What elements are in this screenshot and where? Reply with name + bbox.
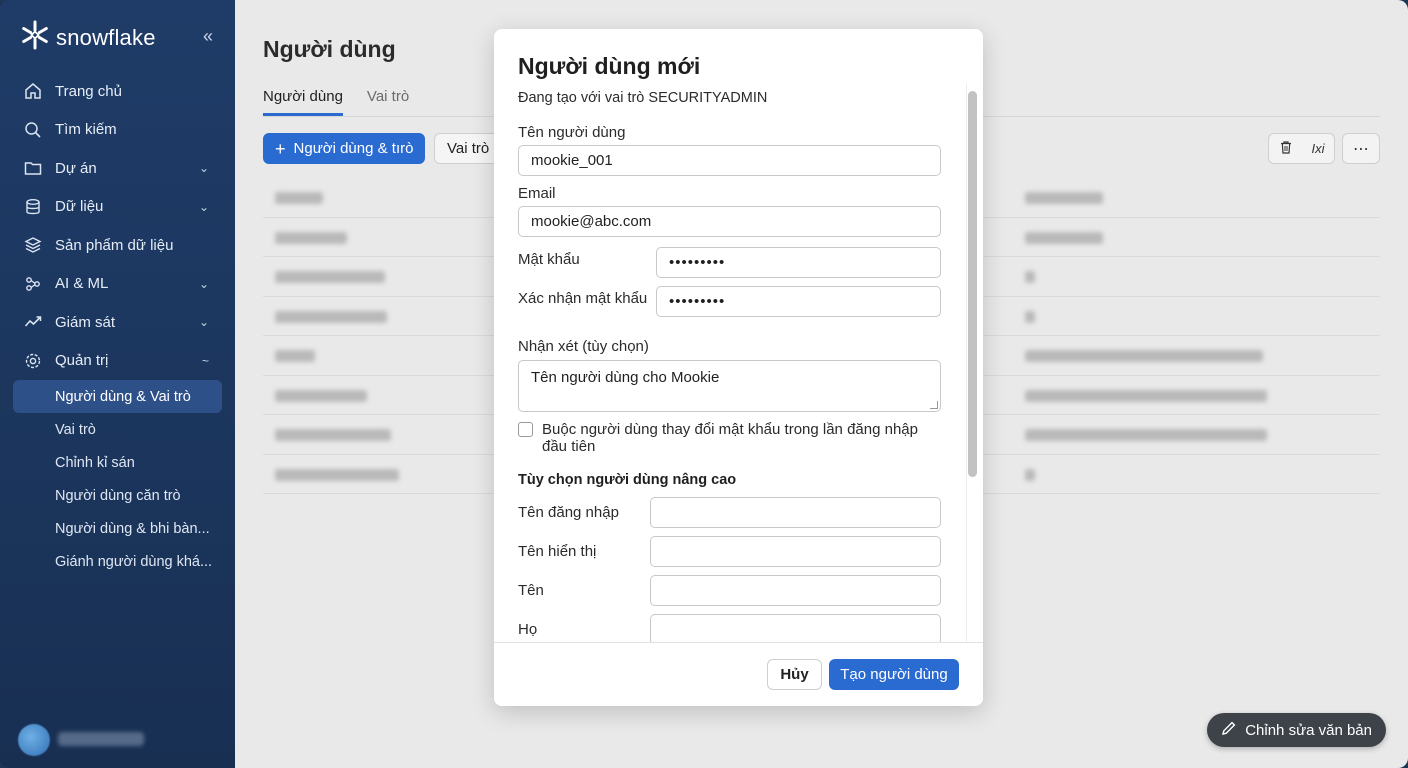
search-icon <box>23 120 43 140</box>
first-name-field[interactable] <box>650 575 941 606</box>
more-icon[interactable]: ⋯ <box>1342 133 1380 164</box>
sidebar-item-label: Giám sát <box>55 313 116 331</box>
dialog-title: Người dùng mới <box>518 53 701 79</box>
password-field[interactable]: ••••••••• <box>656 247 941 278</box>
activity-icon <box>23 312 43 332</box>
dialog-subtitle: Đang tạo với vai trò SECURITYADMIN <box>518 90 768 106</box>
force-password-change-checkbox[interactable] <box>518 422 533 437</box>
tabs: Người dùng Vai trò <box>263 88 409 116</box>
submenu-item-users-roles[interactable]: Người dùng & Vai trò <box>13 380 222 413</box>
layers-icon <box>23 235 43 255</box>
sidebar: snowflake « Trang chủ Tìm kiếm Dự án ⌄ D… <box>0 0 235 768</box>
edit-text-label: Chỉnh sửa văn bản <box>1245 721 1372 739</box>
user-name-blurred <box>58 732 144 746</box>
double-chevron-left-icon[interactable]: « <box>203 26 213 47</box>
submenu-item-6[interactable]: Giánh người dùng khá... <box>13 545 222 578</box>
sidebar-item-label: Dữ liệu <box>55 198 104 216</box>
login-name-field[interactable] <box>650 497 941 528</box>
sidebar-item-search[interactable]: Tìm kiếm <box>0 111 235 150</box>
sidebar-nav: Trang chủ Tìm kiếm Dự án ⌄ Dữ liệu ⌄ Sản… <box>0 72 235 380</box>
chevron-down-icon[interactable]: ⌄ <box>199 315 209 329</box>
submenu-item-4[interactable]: Người dùng căn trò <box>13 479 222 512</box>
add-user-button[interactable]: + Người dùng & tırò <box>263 133 426 164</box>
force-password-change-label: Buộc người dùng thay đổi mật khẩu trong … <box>542 421 918 455</box>
pencil-icon <box>1221 720 1237 740</box>
password-label: Mật khẩu <box>518 251 580 268</box>
sidebar-item-data[interactable]: Dữ liệu ⌄ <box>0 188 235 227</box>
new-user-dialog: Người dùng mới Đang tạo với vai trò SECU… <box>494 29 983 706</box>
roles-button[interactable]: Vai trò <box>434 133 503 164</box>
chevron-down-icon[interactable]: ⌄ <box>199 277 209 291</box>
sidebar-item-projects[interactable]: Dự án ⌄ <box>0 149 235 188</box>
dialog-scrollbar[interactable] <box>968 91 977 477</box>
confirm-password-label: Xác nhận mật khẩu <box>518 290 648 307</box>
app-window: snowflake « Trang chủ Tìm kiếm Dự án ⌄ D… <box>0 0 1408 768</box>
text-format-icon[interactable]: Ixi <box>1312 141 1325 156</box>
email-label: Email <box>518 185 556 202</box>
comment-value: Tên người dùng cho Mookie <box>531 369 720 386</box>
comment-textarea[interactable]: Tên người dùng cho Mookie <box>518 360 941 412</box>
display-name-field[interactable] <box>650 536 941 567</box>
sidebar-item-label: Trang chủ <box>55 82 122 100</box>
ai-icon <box>23 274 43 294</box>
plus-icon: + <box>275 138 286 159</box>
last-name-label: Họ <box>518 621 538 638</box>
dialog-footer: Hủy Tạo người dùng <box>494 642 983 706</box>
username-field[interactable]: mookie_001 <box>518 145 941 176</box>
avatar[interactable] <box>18 724 50 756</box>
chevron-down-icon[interactable]: ⌄ <box>199 161 209 175</box>
sidebar-item-monitoring[interactable]: Giám sát ⌄ <box>0 303 235 342</box>
sidebar-item-label: AI & ML <box>55 275 109 293</box>
trash-icon[interactable] <box>1279 140 1293 157</box>
edit-text-button[interactable]: Chỉnh sửa văn bản <box>1207 713 1386 747</box>
sidebar-item-home[interactable]: Trang chủ <box>0 72 235 111</box>
email-field[interactable]: mookie@abc.com <box>518 206 941 237</box>
sidebar-item-admin[interactable]: Quản trị ~ <box>0 342 235 381</box>
first-name-label: Tên <box>518 582 544 599</box>
brand-name: snowflake <box>56 24 156 50</box>
last-name-field[interactable] <box>650 614 941 645</box>
chevron-up-icon[interactable]: ~ <box>202 354 209 368</box>
comment-label: Nhận xét (tùy chọn) <box>518 338 649 355</box>
snowflake-icon <box>20 20 50 55</box>
submenu-item-3[interactable]: Chỉnh kỉ sán <box>13 446 222 479</box>
admin-submenu: Người dùng & Vai trò Vai trò Chỉnh kỉ sá… <box>0 380 235 578</box>
tab-roles[interactable]: Vai trò <box>367 88 409 116</box>
cancel-button[interactable]: Hủy <box>767 659 822 690</box>
login-name-label: Tên đăng nhập <box>518 504 619 521</box>
advanced-options-title: Tùy chọn người dùng nâng cao <box>518 472 737 488</box>
database-icon <box>23 197 43 217</box>
confirm-password-field[interactable]: ••••••••• <box>656 286 941 317</box>
chevron-down-icon[interactable]: ⌄ <box>199 200 209 214</box>
add-user-label: Người dùng & tırò <box>293 140 414 157</box>
submenu-item-5[interactable]: Người dùng & bhi bàn... <box>13 512 222 545</box>
display-name-label: Tên hiển thị <box>518 543 597 560</box>
page-title: Người dùng <box>263 36 396 62</box>
sidebar-item-ai-ml[interactable]: AI & ML ⌄ <box>0 265 235 304</box>
sidebar-item-label: Quản trị <box>55 352 109 370</box>
sidebar-item-label: Dự án <box>55 159 97 177</box>
create-user-button[interactable]: Tạo người dùng <box>829 659 959 690</box>
resize-handle[interactable] <box>930 401 938 409</box>
submenu-item-roles[interactable]: Vai trò <box>13 413 222 446</box>
sidebar-item-label: Tìm kiếm <box>55 121 117 139</box>
table-tools: Ixi <box>1268 133 1335 164</box>
brand-logo[interactable]: snowflake <box>20 20 156 55</box>
gear-icon <box>23 351 43 371</box>
sidebar-item-data-products[interactable]: Sản phẩm dữ liệu <box>0 226 235 265</box>
sidebar-item-label: Sản phẩm dữ liệu <box>55 236 174 254</box>
folder-icon <box>23 158 43 178</box>
username-label: Tên người dùng <box>518 124 626 141</box>
home-icon <box>23 81 43 101</box>
tab-users[interactable]: Người dùng <box>263 88 343 116</box>
scroll-track <box>966 84 967 644</box>
